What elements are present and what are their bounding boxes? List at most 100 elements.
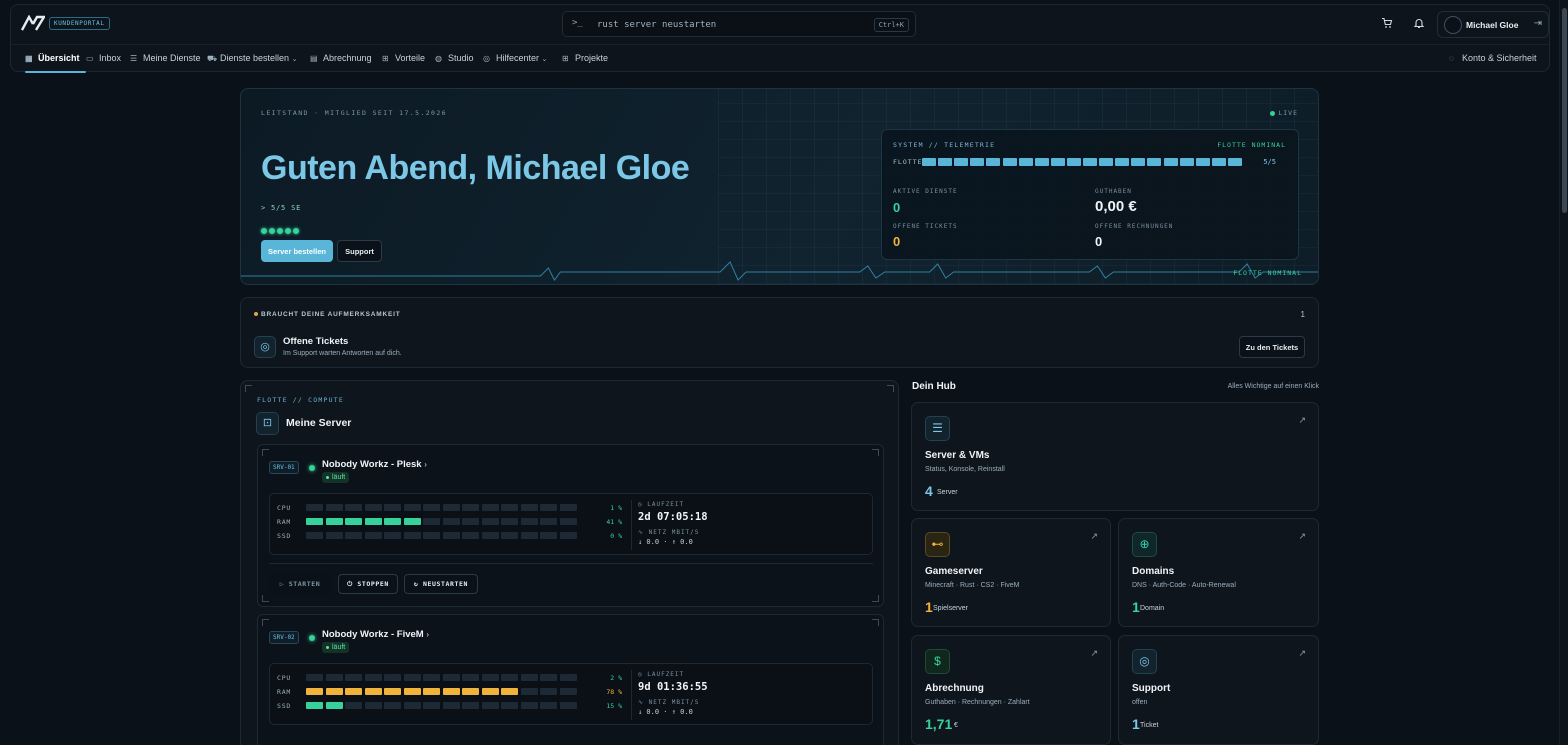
shortcut-hint: Ctrl+K: [873, 18, 909, 32]
activity-icon: ∿: [638, 699, 645, 706]
nav-label: Meine Dienste: [143, 53, 201, 63]
nav-item-meine-dienste[interactable]: ☰ Meine Dienste: [130, 53, 201, 67]
usage-segment: [325, 702, 343, 709]
usage-segment: [306, 688, 323, 695]
nav-label: Hilfecenter: [496, 53, 540, 63]
card-subtitle: Guthaben · Rechnungen · Zahlart: [925, 699, 1030, 706]
card-count: 1,71: [925, 716, 953, 732]
usage-segment: [442, 518, 460, 525]
usage-segment: [306, 504, 323, 511]
usage-segment: [364, 688, 382, 695]
main-nav: ▦ Übersicht ▭ Inbox ☰ Meine Dienste ⛟ Dienst…: [11, 45, 1549, 73]
usage-segment: [442, 504, 460, 511]
hub-card-support[interactable]: ◎ ↗ Support offen 1 Ticket: [1118, 635, 1319, 745]
arrow-up-right-icon: ↗: [1298, 648, 1306, 658]
nav-item-projekte[interactable]: ⊞ Projekte: [562, 53, 608, 67]
nav-item-vorteile[interactable]: ⊞ Vorteile: [382, 53, 425, 67]
usage-segment: [540, 532, 557, 539]
usage-segment: [559, 688, 577, 695]
card-title: Support: [1132, 683, 1171, 694]
cart-icon: ⛟: [207, 54, 218, 63]
card-unit: €: [954, 722, 958, 729]
nav-item-konto-sicherheit[interactable]: ◌ Konto & Sicherheit: [1449, 53, 1537, 67]
nav-item-hilfecenter[interactable]: ◎ Hilfecenter ⌄: [483, 53, 547, 67]
cpu-bar: [306, 674, 577, 681]
scrollbar-thumb[interactable]: [1562, 8, 1567, 213]
fleet-count: 5/5: [1263, 158, 1276, 166]
card-subtitle: DNS · Auth-Code · Auto-Renewal: [1132, 582, 1236, 589]
nav-label: Abrechnung: [323, 53, 372, 63]
usage-segment: [325, 674, 343, 681]
start-button[interactable]: ▷ STARTEN: [269, 574, 331, 594]
server-tag: SRV-01: [269, 461, 299, 474]
server-name[interactable]: Nobody Workz - FiveM ›: [322, 629, 429, 640]
usage-segment: [384, 702, 401, 709]
logout-icon[interactable]: ⇥: [1534, 18, 1542, 29]
credit-label: GUTHABEN: [1095, 188, 1132, 195]
ram-label: RAM: [277, 518, 292, 526]
bell-icon[interactable]: [1411, 17, 1427, 33]
user-menu[interactable]: Michael Gloe ⇥: [1437, 11, 1549, 38]
network-value: ↓ 0.0 · ↑ 0.0: [638, 538, 693, 546]
fleet-segment: [1195, 158, 1210, 166]
servers-title: Meine Server: [286, 417, 352, 429]
hub-card-gameserver[interactable]: ⊷ ↗ Gameserver Minecraft · Rust · CS2 · …: [911, 518, 1111, 627]
usage-segment: [540, 702, 557, 709]
nav-item-uebersicht[interactable]: ▦ Übersicht: [25, 53, 80, 67]
usage-segment: [423, 518, 440, 525]
to-tickets-button[interactable]: Zu den Tickets: [1239, 336, 1305, 358]
card-title: Abrechnung: [925, 683, 984, 694]
brand-logo[interactable]: [20, 14, 47, 33]
server-name[interactable]: Nobody Workz - Plesk ›: [322, 459, 427, 470]
nav-item-inbox[interactable]: ▭ Inbox: [86, 53, 121, 67]
receipt-icon: ▤: [310, 54, 318, 63]
hub-card-domains[interactable]: ⊕ ↗ Domains DNS · Auth-Code · Auto-Renew…: [1118, 518, 1319, 627]
fleet-segment: [1163, 158, 1178, 166]
usage-segment: [403, 504, 421, 511]
fleet-segment: [1211, 158, 1226, 166]
usage-segment: [481, 702, 499, 709]
cpu-label: CPU: [277, 504, 292, 512]
usage-segment: [403, 688, 421, 695]
hero-footer-status: FLOTTE NOMINAL: [1233, 269, 1302, 277]
nav-item-dienste-bestellen[interactable]: ⛟ Dienste bestellen ⌄: [207, 53, 297, 67]
ssd-label: SSD: [277, 532, 292, 540]
usage-segment: [520, 674, 538, 681]
servers-panel: FLOTTE // COMPUTE ⊡ Meine Server SRV-01 …: [240, 380, 899, 745]
stop-button[interactable]: ⏻ STOPPEN: [338, 574, 398, 594]
nav-item-studio[interactable]: ◍ Studio: [435, 53, 474, 67]
command-search[interactable]: >_ Ctrl+K: [562, 11, 916, 37]
palette-icon: ◍: [435, 54, 442, 63]
usage-segment: [442, 688, 460, 695]
hub-card-server[interactable]: ☰ ↗ Server & VMs Status, Konsole, Reinst…: [911, 402, 1319, 511]
cart-icon[interactable]: [1379, 17, 1395, 33]
credit-value: 0,00 €: [1095, 198, 1137, 215]
app: KUNDENPORTAL >_ Ctrl+K Michael Gloe ⇥ ▦ Ü…: [0, 0, 1568, 745]
server-icon: ☰: [130, 54, 138, 63]
card-unit: Ticket: [1140, 722, 1159, 729]
usage-segment: [423, 532, 440, 539]
server-metrics: CPU 2 % RAM 78 % SSD 15 % ◷ LAUFZEIT 9d …: [269, 663, 873, 725]
page-scrollbar[interactable]: [1559, 0, 1568, 745]
server-card: SRV-02 Nobody Workz - FiveM › läuft CPU …: [257, 614, 884, 745]
usage-segment: [364, 504, 382, 511]
nav-item-abrechnung[interactable]: ▤ Abrechnung: [310, 53, 372, 67]
fleet-segment: [970, 158, 985, 166]
restart-button[interactable]: ↻ NEUSTARTEN: [404, 574, 478, 594]
nav-label: Dienste bestellen: [220, 53, 290, 63]
search-input[interactable]: [597, 17, 857, 32]
usage-segment: [462, 702, 479, 709]
usage-segment: [481, 688, 499, 695]
server-tag: SRV-02: [269, 631, 299, 644]
nav-label: Projekte: [575, 53, 609, 63]
hub-card-billing[interactable]: $ ↗ Abrechnung Guthaben · Rechnungen · Z…: [911, 635, 1111, 745]
attention-count: 1: [1300, 310, 1305, 319]
usage-segment: [325, 504, 343, 511]
arrow-up-right-icon: ↗: [1090, 531, 1098, 541]
ram-label: RAM: [277, 688, 292, 696]
usage-segment: [481, 504, 499, 511]
server-stack-icon: ☰: [925, 416, 950, 441]
play-icon: ▷: [279, 580, 285, 588]
usage-segment: [345, 702, 362, 709]
status-badge: läuft: [322, 472, 350, 483]
